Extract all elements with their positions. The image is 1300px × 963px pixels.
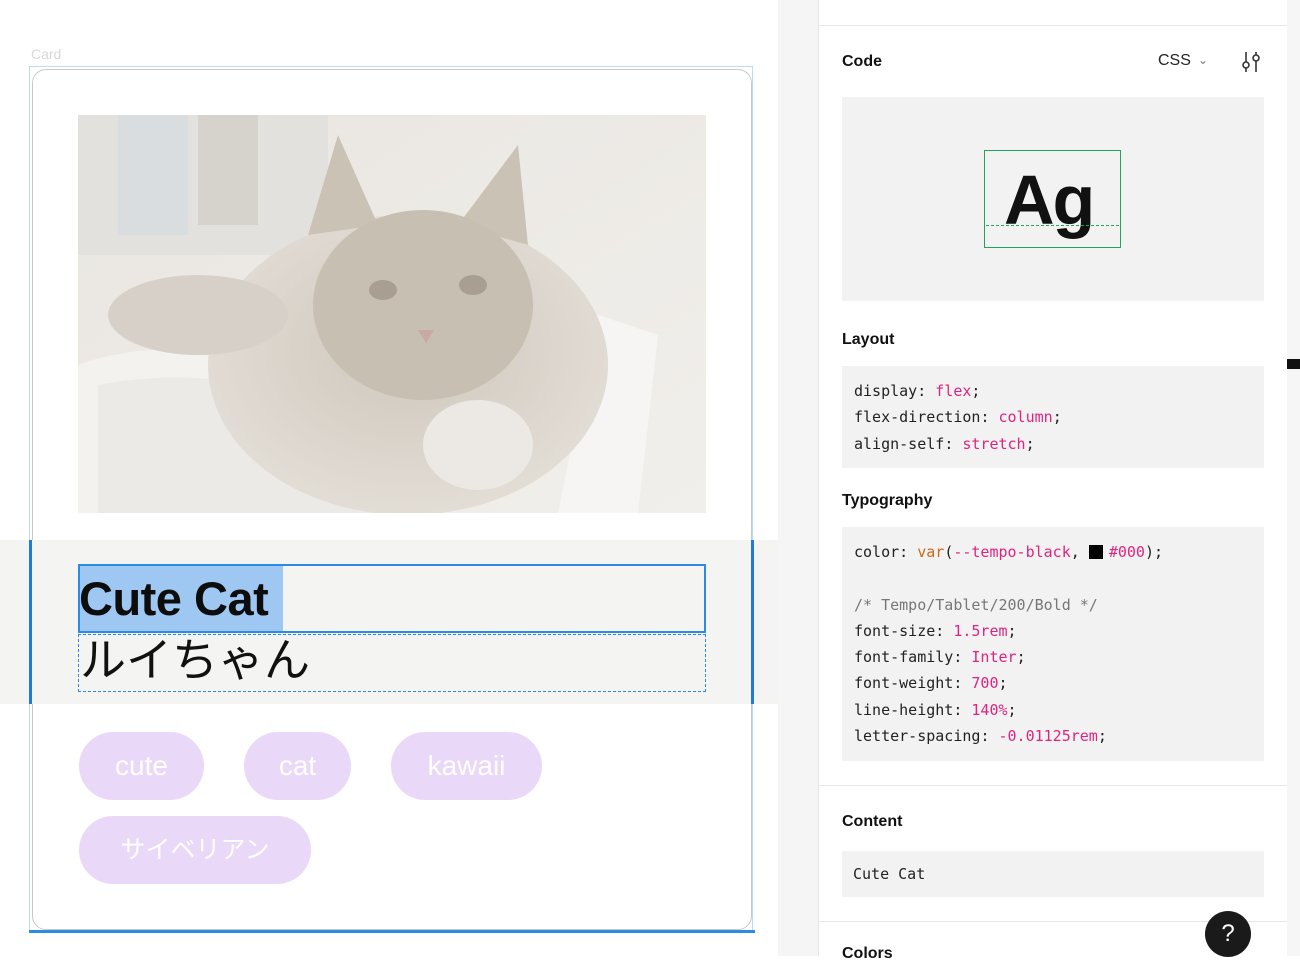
selection-edge-right	[751, 540, 754, 704]
code-comment: /* Tempo/Tablet/200/Bold */	[854, 595, 1098, 614]
content-value-box[interactable]: Cute Cat	[842, 851, 1264, 897]
tag-cat[interactable]: cat	[244, 732, 351, 800]
content-section-title: Content	[842, 813, 903, 830]
tag-siberian[interactable]: サイベリアン	[79, 816, 311, 884]
tag-cute[interactable]: cute	[79, 732, 204, 800]
card-subtitle[interactable]: ルイちゃん	[80, 632, 310, 688]
help-button[interactable]: ?	[1205, 911, 1251, 957]
code-line: line-height: 140%;	[854, 700, 1017, 719]
chevron-down-icon[interactable]: ⌄	[1198, 53, 1208, 67]
cat-photo-image	[78, 115, 706, 513]
colors-section-title: Colors	[842, 945, 893, 962]
panel-right-edge	[1287, 0, 1300, 956]
cat-photo[interactable]	[78, 115, 706, 513]
code-line: flex-direction: column;	[854, 408, 1062, 427]
code-line: font-family: Inter;	[854, 648, 1026, 667]
card-title[interactable]: Cute Cat	[79, 571, 269, 627]
typography-section-title: Typography	[842, 492, 933, 509]
color-swatch	[1088, 545, 1103, 559]
tag-kawaii[interactable]: kawaii	[391, 732, 542, 800]
offscreen-edge-mark	[1287, 359, 1300, 369]
canvas-gutter	[778, 0, 818, 956]
layout-code-block[interactable]: display: flex; flex-direction: column; a…	[842, 366, 1264, 468]
code-line: font-size: 1.5rem;	[854, 621, 1017, 640]
code-section-title: Code	[842, 53, 882, 70]
section-divider	[818, 785, 1287, 786]
preview-glyph: Ag	[1004, 161, 1095, 239]
code-line: color: var(--tempo-black, #000);	[854, 543, 1163, 561]
layout-section-title: Layout	[842, 331, 895, 348]
settings-sliders-icon[interactable]	[1240, 50, 1262, 74]
frame-label[interactable]: Card	[31, 46, 61, 62]
section-divider	[818, 25, 1287, 26]
code-line: font-weight: 700;	[854, 674, 1008, 693]
preview-baseline	[986, 225, 1119, 226]
card-selection-bottom	[29, 930, 755, 933]
code-language-select[interactable]: CSS	[1158, 52, 1191, 70]
code-line: align-self: stretch;	[854, 434, 1035, 453]
code-line: letter-spacing: -0.01125rem;	[854, 727, 1107, 746]
code-line: display: flex;	[854, 382, 981, 400]
selection-edge-left	[29, 540, 32, 704]
typography-code-block[interactable]: color: var(--tempo-black, #000); /* Temp…	[842, 527, 1264, 761]
